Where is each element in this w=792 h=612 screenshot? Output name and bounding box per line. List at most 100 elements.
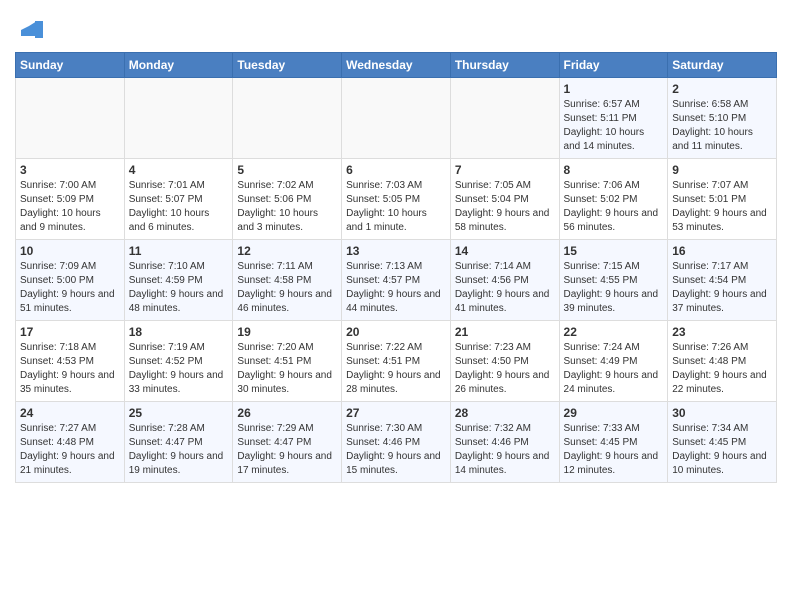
calendar-cell: 15Sunrise: 7:15 AM Sunset: 4:55 PM Dayli…: [559, 240, 668, 321]
day-info: Sunrise: 7:01 AM Sunset: 5:07 PM Dayligh…: [129, 179, 229, 235]
day-number: 18: [129, 325, 229, 339]
calendar-cell: 17 Sunrise: 7:18 AM Sunset: 4:53 PM Dayli…: [16, 321, 125, 402]
calendar-cell: [450, 78, 559, 159]
day-info: Sunrise: 7:22 AM Sunset: 4:51 PM Dayligh…: [346, 341, 446, 397]
calendar-cell: 12 Sunrise: 7:11 AM Sunset: 4:58 PM Dayli…: [233, 240, 342, 321]
day-number: 3: [20, 163, 120, 177]
day-info: Sunrise: 7:27 AM Sunset: 4:48 PM Dayligh…: [20, 422, 120, 478]
day-number: 13: [346, 244, 446, 258]
calendar-cell: 14 Sunrise: 7:14 AM Sunset: 4:56 PM Dayli…: [450, 240, 559, 321]
day-number: 12: [237, 244, 337, 258]
calendar-cell: 13 Sunrise: 7:13 AM Sunset: 4:57 PM Dayli…: [342, 240, 451, 321]
day-number: 29: [564, 406, 664, 420]
calendar-cell: 6Sunrise: 7:03 AM Sunset: 5:05 PM Daylig…: [342, 159, 451, 240]
calendar-cell: [16, 78, 125, 159]
day-number: 25: [129, 406, 229, 420]
calendar-cell: 3 Sunrise: 7:00 AM Sunset: 5:09 PM Daylig…: [16, 159, 125, 240]
day-info: Sunrise: 6:57 AM Sunset: 5:11 PM Dayligh…: [564, 98, 664, 154]
day-number: 9: [672, 163, 772, 177]
day-number: 27: [346, 406, 446, 420]
calendar-cell: 8 Sunrise: 7:06 AM Sunset: 5:02 PM Daylig…: [559, 159, 668, 240]
calendar-cell: 30 Sunrise: 7:34 AM Sunset: 4:45 PM Dayli…: [668, 402, 777, 483]
day-info: Sunrise: 7:29 AM Sunset: 4:47 PM Dayligh…: [237, 422, 337, 478]
day-number: 10: [20, 244, 120, 258]
day-number: 23: [672, 325, 772, 339]
day-info: Sunrise: 7:24 AM Sunset: 4:49 PM Dayligh…: [564, 341, 664, 397]
day-info: Sunrise: 7:34 AM Sunset: 4:45 PM Dayligh…: [672, 422, 772, 478]
week-row-4: 17 Sunrise: 7:18 AM Sunset: 4:53 PM Dayli…: [16, 321, 777, 402]
day-number: 15: [564, 244, 664, 258]
calendar-cell: 18 Sunrise: 7:19 AM Sunset: 4:52 PM Dayli…: [124, 321, 233, 402]
calendar-cell: 7 Sunrise: 7:05 AM Sunset: 5:04 PM Daylig…: [450, 159, 559, 240]
calendar-header: SundayMondayTuesdayWednesdayThursdayFrid…: [16, 53, 777, 78]
day-number: 28: [455, 406, 555, 420]
calendar-cell: 19 Sunrise: 7:20 AM Sunset: 4:51 PM Dayli…: [233, 321, 342, 402]
day-number: 16: [672, 244, 772, 258]
day-number: 5: [237, 163, 337, 177]
week-row-5: 24 Sunrise: 7:27 AM Sunset: 4:48 PM Dayli…: [16, 402, 777, 483]
day-info: Sunrise: 7:05 AM Sunset: 5:04 PM Dayligh…: [455, 179, 555, 235]
day-number: 21: [455, 325, 555, 339]
day-number: 8: [564, 163, 664, 177]
logo: [15, 16, 47, 44]
day-number: 22: [564, 325, 664, 339]
calendar-cell: 20 Sunrise: 7:22 AM Sunset: 4:51 PM Dayli…: [342, 321, 451, 402]
day-number: 24: [20, 406, 120, 420]
calendar-cell: 24 Sunrise: 7:27 AM Sunset: 4:48 PM Dayli…: [16, 402, 125, 483]
calendar-cell: 5 Sunrise: 7:02 AM Sunset: 5:06 PM Daylig…: [233, 159, 342, 240]
day-info: Sunrise: 7:11 AM Sunset: 4:58 PM Dayligh…: [237, 260, 337, 316]
column-header-tuesday: Tuesday: [233, 53, 342, 78]
week-row-3: 10 Sunrise: 7:09 AM Sunset: 5:00 PM Dayli…: [16, 240, 777, 321]
day-number: 2: [672, 82, 772, 96]
calendar-body: 1 Sunrise: 6:57 AM Sunset: 5:11 PM Daylig…: [16, 78, 777, 483]
calendar-cell: 22 Sunrise: 7:24 AM Sunset: 4:49 PM Dayli…: [559, 321, 668, 402]
day-number: 14: [455, 244, 555, 258]
day-info: Sunrise: 6:58 AM Sunset: 5:10 PM Dayligh…: [672, 98, 772, 154]
calendar-cell: 9 Sunrise: 7:07 AM Sunset: 5:01 PM Daylig…: [668, 159, 777, 240]
day-info: Sunrise: 7:13 AM Sunset: 4:57 PM Dayligh…: [346, 260, 446, 316]
day-info: Sunrise: 7:02 AM Sunset: 5:06 PM Dayligh…: [237, 179, 337, 235]
day-info: Sunrise: 7:33 AM Sunset: 4:45 PM Dayligh…: [564, 422, 664, 478]
day-number: 1: [564, 82, 664, 96]
day-info: Sunrise: 7:00 AM Sunset: 5:09 PM Dayligh…: [20, 179, 120, 235]
calendar-cell: 29 Sunrise: 7:33 AM Sunset: 4:45 PM Dayli…: [559, 402, 668, 483]
day-info: Sunrise: 7:09 AM Sunset: 5:00 PM Dayligh…: [20, 260, 120, 316]
day-number: 20: [346, 325, 446, 339]
day-info: Sunrise: 7:17 AM Sunset: 4:54 PM Dayligh…: [672, 260, 772, 316]
calendar-cell: 4 Sunrise: 7:01 AM Sunset: 5:07 PM Daylig…: [124, 159, 233, 240]
day-number: 11: [129, 244, 229, 258]
day-number: 30: [672, 406, 772, 420]
calendar-cell: 25 Sunrise: 7:28 AM Sunset: 4:47 PM Dayli…: [124, 402, 233, 483]
column-header-saturday: Saturday: [668, 53, 777, 78]
calendar-cell: 26 Sunrise: 7:29 AM Sunset: 4:47 PM Dayli…: [233, 402, 342, 483]
day-info: Sunrise: 7:07 AM Sunset: 5:01 PM Dayligh…: [672, 179, 772, 235]
calendar-cell: 16 Sunrise: 7:17 AM Sunset: 4:54 PM Dayli…: [668, 240, 777, 321]
column-header-monday: Monday: [124, 53, 233, 78]
day-number: 26: [237, 406, 337, 420]
day-info: Sunrise: 7:20 AM Sunset: 4:51 PM Dayligh…: [237, 341, 337, 397]
day-info: Sunrise: 7:14 AM Sunset: 4:56 PM Dayligh…: [455, 260, 555, 316]
calendar-cell: 2 Sunrise: 6:58 AM Sunset: 5:10 PM Daylig…: [668, 78, 777, 159]
day-info: Sunrise: 7:28 AM Sunset: 4:47 PM Dayligh…: [129, 422, 229, 478]
day-number: 7: [455, 163, 555, 177]
day-number: 6: [346, 163, 446, 177]
column-header-sunday: Sunday: [16, 53, 125, 78]
day-number: 17: [20, 325, 120, 339]
calendar-cell: 11 Sunrise: 7:10 AM Sunset: 4:59 PM Dayli…: [124, 240, 233, 321]
day-number: 4: [129, 163, 229, 177]
day-info: Sunrise: 7:19 AM Sunset: 4:52 PM Dayligh…: [129, 341, 229, 397]
day-info: Sunrise: 7:30 AM Sunset: 4:46 PM Dayligh…: [346, 422, 446, 478]
calendar-cell: 27 Sunrise: 7:30 AM Sunset: 4:46 PM Dayli…: [342, 402, 451, 483]
column-header-wednesday: Wednesday: [342, 53, 451, 78]
logo-icon: [15, 16, 43, 44]
day-info: Sunrise: 7:06 AM Sunset: 5:02 PM Dayligh…: [564, 179, 664, 235]
day-info: Sunrise: 7:18 AM Sunset: 4:53 PM Dayligh…: [20, 341, 120, 397]
calendar-cell: 21Sunrise: 7:23 AM Sunset: 4:50 PM Dayli…: [450, 321, 559, 402]
column-header-thursday: Thursday: [450, 53, 559, 78]
day-info: Sunrise: 7:10 AM Sunset: 4:59 PM Dayligh…: [129, 260, 229, 316]
calendar-table: SundayMondayTuesdayWednesdayThursdayFrid…: [15, 52, 777, 483]
calendar-cell: 10 Sunrise: 7:09 AM Sunset: 5:00 PM Dayli…: [16, 240, 125, 321]
calendar-cell: [342, 78, 451, 159]
day-info: Sunrise: 7:26 AM Sunset: 4:48 PM Dayligh…: [672, 341, 772, 397]
day-number: 19: [237, 325, 337, 339]
